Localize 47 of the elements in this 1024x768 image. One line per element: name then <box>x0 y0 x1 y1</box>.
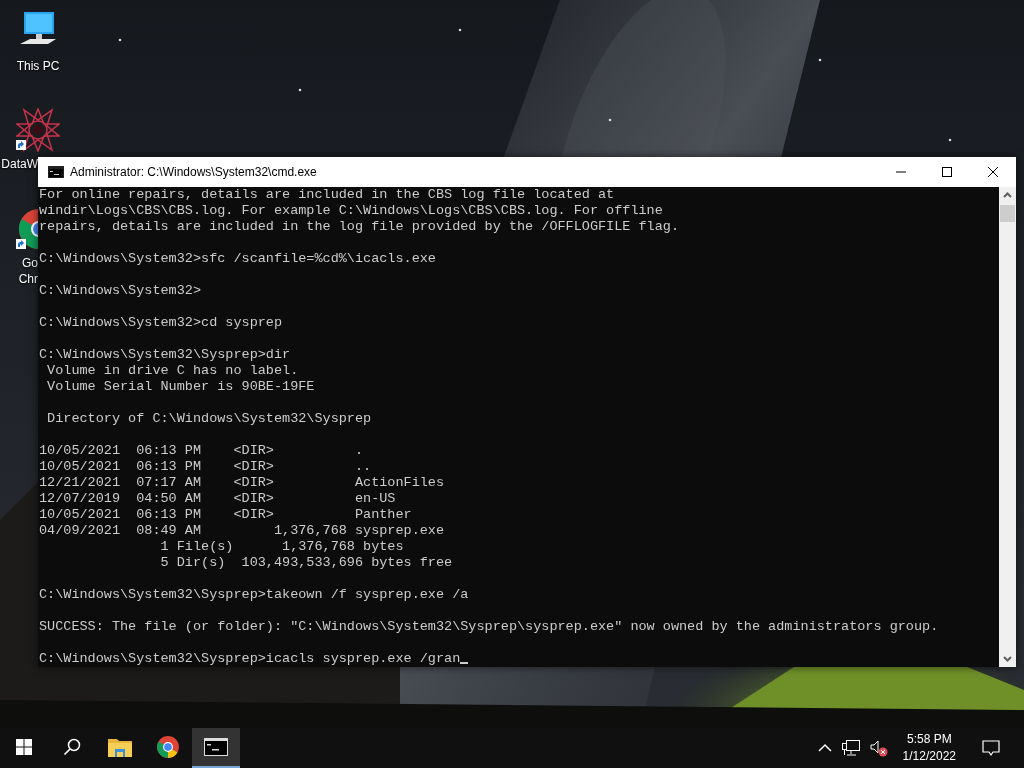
caret-icon[interactable] <box>817 743 832 753</box>
console-line: C:\Windows\System32\Sysprep>icacls sysprep.exe /gran <box>39 651 469 667</box>
desktop-icon-label: Go <box>22 255 38 271</box>
console-button[interactable] <box>192 728 240 768</box>
console-line: C:\Windows\System32\Sysprep>dir <box>39 347 291 363</box>
console-line: Volume Serial Number is 90BE-19FE <box>46 379 315 395</box>
console-line: windir\Logs\CBS\CBS.log. For example C:\Windows\Logs\CBS\CBS.log. For offline <box>39 203 663 219</box>
browser-icon <box>156 735 180 759</box>
clock-date: 1/12/2022 <box>902 748 956 765</box>
mandala-icon[interactable] <box>16 108 60 152</box>
scroll-thumb[interactable] <box>1000 205 1015 222</box>
shortcut-arrow-icon <box>16 239 26 249</box>
close-icon <box>987 166 999 178</box>
console-line: 12/07/2019 04:50 AM <DIR> en-US <box>39 491 396 507</box>
clock[interactable]: 5:58 PM 1/12/2022 <box>902 731 956 765</box>
desktop-icon-label: DataW <box>1 156 38 172</box>
search-icon <box>63 738 81 756</box>
console-line: SUCCESS: The file (or folder): "C:\Windows\System32\Sysprep\sysprep.exe" now owned by the administrators group. <box>39 619 939 635</box>
notification-icon[interactable] <box>982 739 1000 757</box>
desktop-icon-label: This PC <box>16 58 60 74</box>
maximize-icon <box>941 166 953 178</box>
console-line: 04/09/2021 08:49 AM 1,376,768 sysprep.exe <box>39 523 445 539</box>
desktop-icon-label: Chr <box>18 271 38 287</box>
window-title: Administrator: C:\Windows\System32\cmd.exe <box>70 165 318 179</box>
folder-icon <box>108 737 132 757</box>
console-line: C:\Windows\System32\Sysprep>takeown /f sysprep.exe /a <box>39 587 469 603</box>
shortcut-arrow-icon <box>16 140 26 150</box>
console-line: C:\Windows\System32>sfc /scanfile=%cd%\icacls.exe <box>39 251 436 267</box>
console-line: 1 File(s) 1,376,768 bytes <box>159 539 404 555</box>
console-line: 10/05/2021 06:13 PM <DIR> Panther <box>39 507 412 523</box>
console-icon <box>204 738 228 756</box>
windows-logo-icon <box>16 739 32 755</box>
clock-time: 5:58 PM <box>906 731 952 748</box>
console-line: repairs, details are included in the log file provided by the /OFFLOGFILE flag. <box>39 219 679 235</box>
scrollbar[interactable] <box>999 187 1016 667</box>
console-line: 5 Dir(s) 103,493,533,696 bytes free <box>159 555 453 571</box>
network-icon[interactable] <box>841 740 860 756</box>
console-line: 10/05/2021 06:13 PM <DIR> . <box>39 443 364 459</box>
console-icon <box>48 166 64 178</box>
console-line: Directory of C:\Windows\System32\Sysprep <box>46 411 372 427</box>
console-line: 10/05/2021 06:13 PM <DIR> .. <box>39 459 372 475</box>
console-line: C:\Windows\System32> <box>39 283 202 299</box>
console-line: 12/21/2021 07:17 AM <DIR> ActionFiles <box>39 475 445 491</box>
console-line: C:\Windows\System32>cd sysprep <box>39 315 283 331</box>
console-line: Volume in drive C has no label. <box>46 363 299 379</box>
volume-icon[interactable] <box>869 739 888 757</box>
console-line: For online repairs, details are included in the CBS log file located at <box>39 187 615 203</box>
